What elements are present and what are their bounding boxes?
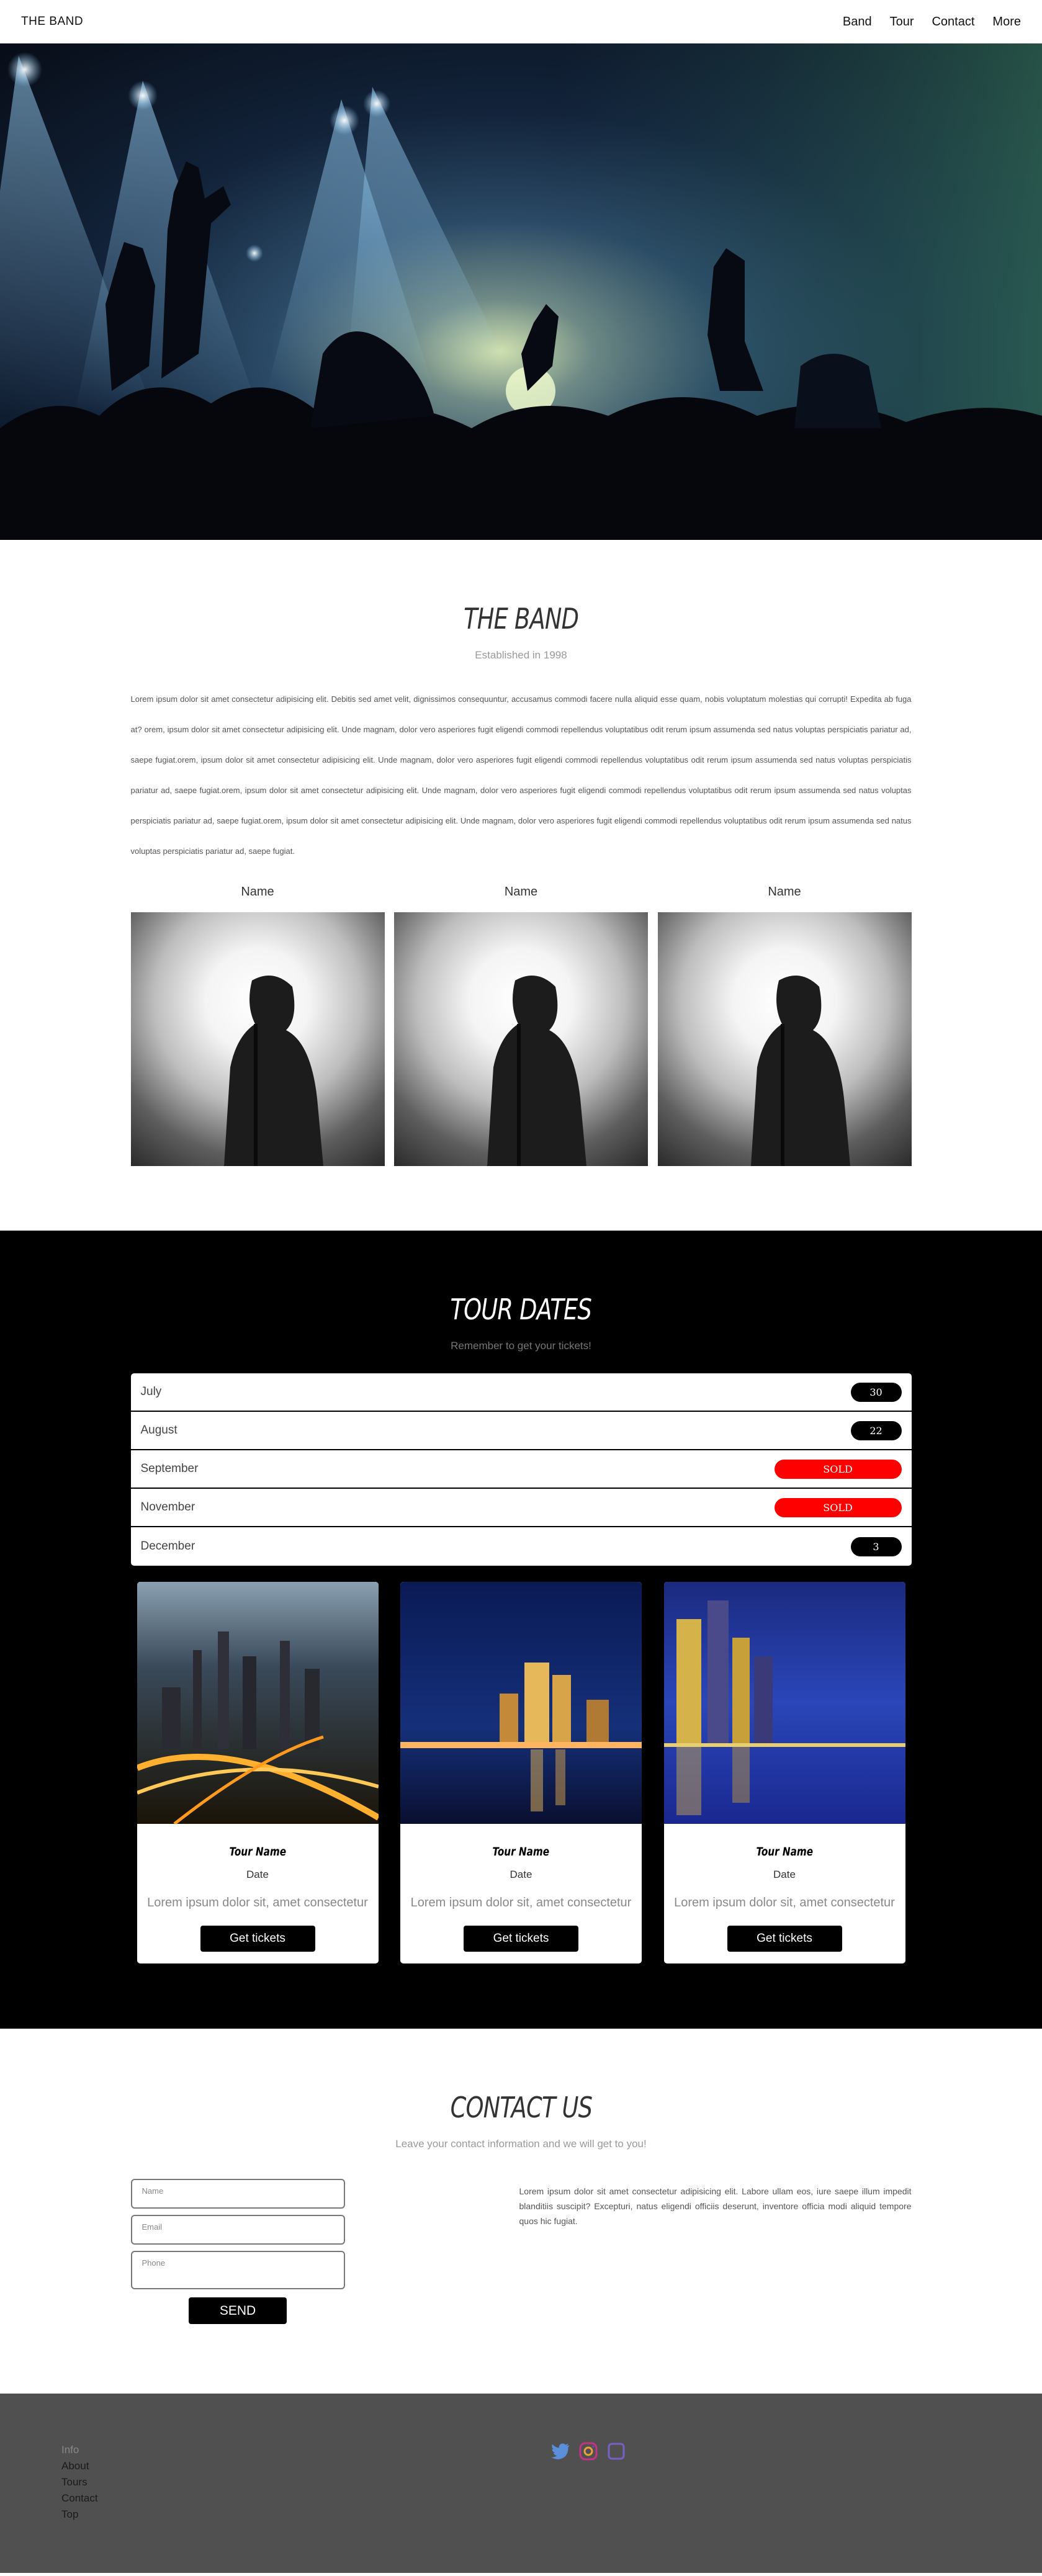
- city-night-photo: [137, 1582, 379, 1824]
- contact-form: Name Email Phone SEND: [130, 2179, 345, 2324]
- contact-title: CONTACT US: [450, 2091, 592, 2124]
- tour-name: Tour Name: [492, 1845, 550, 1859]
- member-card: Name: [657, 885, 912, 1166]
- month-row-december[interactable]: December 3: [131, 1527, 912, 1566]
- month-name: December: [140, 1540, 195, 1553]
- footer-link-about[interactable]: About: [61, 2458, 98, 2474]
- footer: Info About Tours Contact Top: [0, 2394, 1042, 2573]
- get-tickets-button[interactable]: Get tickets: [200, 1926, 315, 1952]
- month-name: July: [140, 1385, 162, 1398]
- social-icons: [550, 2441, 627, 2462]
- ticket-count-badge: 22: [850, 1420, 902, 1440]
- sold-badge: SOLD: [774, 1459, 902, 1479]
- tour-description: Lorem ipsum dolor sit, amet consectetur: [147, 1896, 368, 1910]
- tour-date: Date: [773, 1869, 796, 1880]
- sold-badge: SOLD: [774, 1497, 902, 1517]
- month-name: November: [140, 1501, 195, 1514]
- contact-section: CONTACT US Leave your contact informatio…: [0, 2029, 1042, 2394]
- tour-card: Tour Name Date Lorem ipsum dolor sit, am…: [663, 1582, 905, 1963]
- nav-link-band[interactable]: Band: [843, 15, 872, 29]
- tour-date: Date: [246, 1869, 269, 1880]
- tour-name: Tour Name: [756, 1845, 813, 1859]
- month-name: September: [140, 1462, 199, 1475]
- member-name: Name: [504, 885, 538, 899]
- brand-logo[interactable]: THE BAND: [21, 15, 83, 29]
- contact-description: Lorem ipsum dolor sit amet consectetur a…: [519, 2186, 912, 2226]
- nav-links: Band Tour Contact More: [825, 15, 1021, 29]
- square-icon[interactable]: [606, 2441, 627, 2462]
- city-night-photo: [400, 1582, 642, 1824]
- twitter-icon[interactable]: [550, 2441, 571, 2462]
- send-button[interactable]: SEND: [189, 2297, 287, 2324]
- month-row-september[interactable]: September SOLD: [130, 1450, 912, 1489]
- band-description: Lorem ipsum dolor sit amet consectetur a…: [130, 694, 912, 856]
- name-input[interactable]: Name: [130, 2179, 345, 2209]
- month-row-july[interactable]: July 30: [130, 1373, 912, 1412]
- tour-card: Tour Name Date Lorem ipsum dolor sit, am…: [137, 1582, 379, 1963]
- footer-link-tours[interactable]: Tours: [61, 2474, 98, 2490]
- contact-subtitle: Leave your contact information and we wi…: [395, 2138, 647, 2150]
- band-section: THE BAND Established in 1998 Lorem ipsum…: [0, 540, 1042, 1231]
- tour-title: TOUR DATES: [450, 1293, 592, 1326]
- footer-link-top[interactable]: Top: [61, 2506, 98, 2523]
- city-night-photo: [663, 1582, 905, 1824]
- hero-image: [0, 43, 1042, 540]
- month-name: August: [140, 1424, 177, 1437]
- instagram-icon[interactable]: [578, 2441, 599, 2462]
- member-card: Name: [130, 885, 385, 1166]
- member-photo: [130, 912, 385, 1166]
- tour-subtitle: Remember to get your tickets!: [451, 1340, 591, 1352]
- contact-grid: Name Email Phone SEND Lorem ipsum dolor …: [130, 2179, 912, 2324]
- band-members: Name Name Name: [130, 885, 912, 1166]
- member-card: Name: [394, 885, 648, 1166]
- month-row-august[interactable]: August 22: [130, 1412, 912, 1450]
- member-photo: [394, 912, 648, 1166]
- tour-card: Tour Name Date Lorem ipsum dolor sit, am…: [400, 1582, 642, 1963]
- nav-link-contact[interactable]: Contact: [932, 15, 974, 29]
- band-subtitle: Established in 1998: [475, 649, 567, 661]
- top-nav: THE BAND Band Tour Contact More: [0, 0, 1042, 43]
- phone-input[interactable]: Phone: [130, 2251, 345, 2289]
- ticket-count-badge: 3: [850, 1537, 902, 1556]
- concert-crowd-illustration: [0, 43, 1042, 540]
- tour-date: Date: [510, 1869, 532, 1880]
- tour-month-list: July 30 August 22 September SOLD Novembe…: [130, 1373, 912, 1566]
- tour-section: TOUR DATES Remember to get your tickets!…: [0, 1231, 1042, 2029]
- get-tickets-button[interactable]: Get tickets: [727, 1926, 842, 1952]
- footer-link-contact[interactable]: Contact: [61, 2490, 98, 2506]
- tour-name: Tour Name: [229, 1845, 286, 1859]
- member-name: Name: [241, 885, 274, 899]
- band-title: THE BAND: [463, 602, 579, 635]
- tour-cards: Tour Name Date Lorem ipsum dolor sit, am…: [131, 1582, 912, 1963]
- month-row-november[interactable]: November SOLD: [130, 1489, 912, 1527]
- footer-links: Info About Tours Contact Top: [61, 2442, 98, 2523]
- ticket-count-badge: 30: [850, 1382, 902, 1402]
- nav-link-tour[interactable]: Tour: [890, 15, 914, 29]
- footer-link-info[interactable]: Info: [61, 2442, 98, 2458]
- tour-description: Lorem ipsum dolor sit, amet consectetur: [410, 1896, 632, 1910]
- tour-description: Lorem ipsum dolor sit, amet consectetur: [674, 1896, 895, 1910]
- nav-link-more[interactable]: More: [992, 15, 1021, 29]
- member-photo: [657, 912, 912, 1166]
- member-name: Name: [768, 885, 801, 899]
- get-tickets-button[interactable]: Get tickets: [464, 1926, 578, 1952]
- email-input[interactable]: Email: [130, 2215, 345, 2245]
